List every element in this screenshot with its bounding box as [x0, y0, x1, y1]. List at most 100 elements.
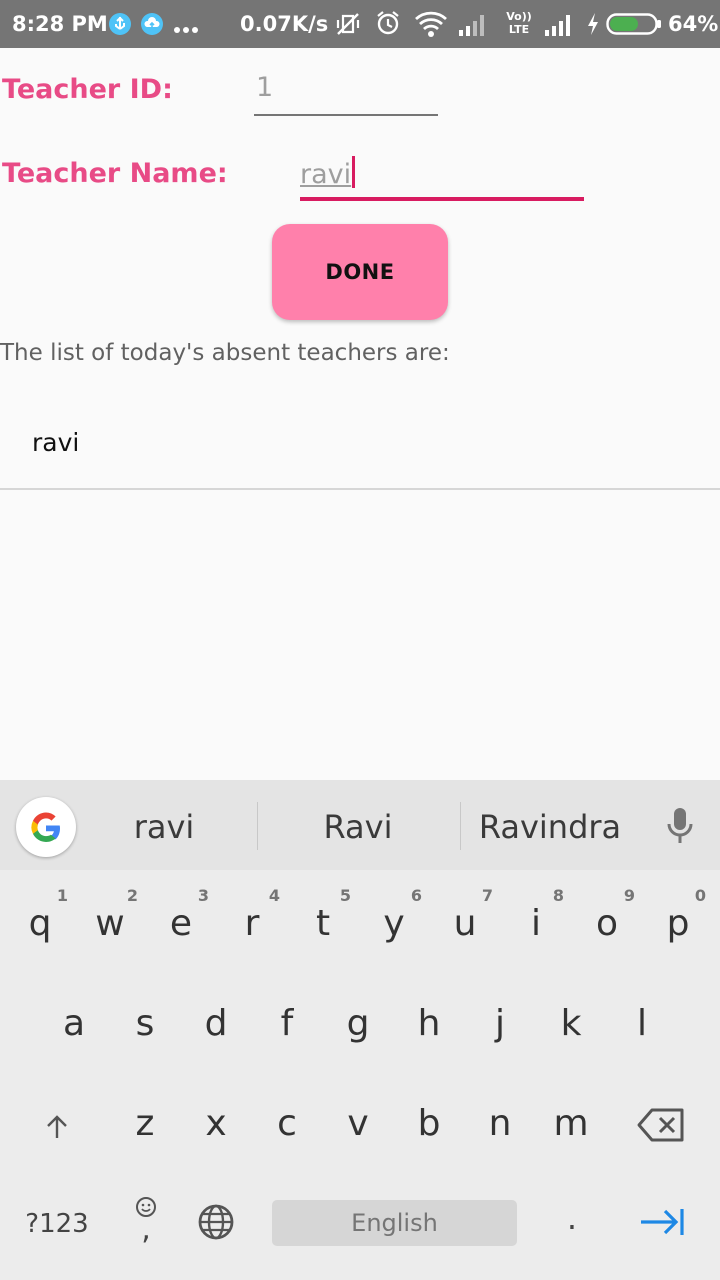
key-label: m: [553, 1103, 589, 1144]
key-a[interactable]: a: [40, 980, 108, 1070]
list-item[interactable]: ravi: [0, 396, 720, 490]
usb-debug-icon: [109, 13, 131, 35]
teacher-name-underline: [300, 197, 584, 201]
suggestion-3[interactable]: Ravindra: [470, 780, 630, 870]
key-m[interactable]: m: [537, 1080, 605, 1170]
key-c[interactable]: c: [253, 1080, 321, 1170]
key-label: z: [135, 1103, 155, 1144]
absent-list: ravi: [0, 396, 720, 490]
key-l[interactable]: l: [608, 980, 676, 1070]
key-hint: 6: [410, 886, 422, 905]
volte-icon: Vo)) LTE: [504, 10, 534, 40]
space-bar[interactable]: English: [272, 1200, 517, 1246]
key-label: t: [315, 903, 331, 944]
battery-icon: [606, 13, 661, 35]
key-e[interactable]: e3: [147, 880, 215, 970]
globe-icon[interactable]: [196, 1202, 236, 1242]
wifi-icon: [415, 11, 447, 37]
key-z[interactable]: z: [111, 1080, 179, 1170]
key-label: k: [560, 1003, 582, 1044]
key-hint: 0: [694, 886, 706, 905]
key-s[interactable]: s: [111, 980, 179, 1070]
key-p[interactable]: p0: [644, 880, 712, 970]
more-dots-icon: [174, 27, 198, 33]
key-k[interactable]: k: [537, 980, 605, 1070]
teacher-name-label: Teacher Name:: [2, 158, 228, 189]
suggestion-bar: ravi Ravi Ravindra: [0, 780, 720, 870]
key-hint: 2: [126, 886, 138, 905]
suggestion-divider: [460, 802, 461, 850]
teacher-name-input[interactable]: ravi: [300, 156, 584, 196]
key-y[interactable]: y6: [360, 880, 428, 970]
google-logo-glyph: [31, 812, 60, 842]
key-f[interactable]: f: [253, 980, 321, 1070]
key-q[interactable]: q1: [6, 880, 74, 970]
key-label: a: [62, 1003, 86, 1044]
key-o[interactable]: o9: [573, 880, 641, 970]
key-g[interactable]: g: [324, 980, 392, 1070]
key-label: e: [169, 903, 193, 944]
google-icon[interactable]: [16, 797, 76, 857]
key-hint: 5: [339, 886, 351, 905]
battery-percent: 64%: [668, 12, 719, 36]
teacher-id-label: Teacher ID:: [2, 74, 173, 105]
enter-icon[interactable]: [638, 1206, 686, 1238]
key-r[interactable]: r4: [218, 880, 286, 970]
suggestion-2[interactable]: Ravi: [268, 780, 448, 870]
signal-icon: [545, 15, 570, 36]
key-label: o: [595, 903, 619, 944]
shift-icon[interactable]: [44, 1114, 70, 1140]
suggestion-divider: [257, 802, 258, 850]
teacher-name-value: ravi: [300, 159, 352, 190]
teacher-id-input[interactable]: 1: [256, 72, 438, 112]
key-h[interactable]: h: [395, 980, 463, 1070]
teacher-id-underline: [254, 114, 438, 116]
charging-icon: [588, 13, 598, 35]
key-label: q: [28, 903, 52, 944]
backspace-icon[interactable]: [636, 1107, 686, 1143]
key-label: p: [666, 903, 690, 944]
key-label: g: [346, 1003, 370, 1044]
alarm-icon: [377, 11, 399, 35]
key-hint: 9: [623, 886, 635, 905]
key-hint: 7: [481, 886, 493, 905]
key-label: i: [530, 903, 541, 944]
cloud-upload-icon: [141, 13, 163, 35]
key-n[interactable]: n: [466, 1080, 534, 1170]
symbols-key[interactable]: ?123: [14, 1204, 100, 1244]
suggestion-1[interactable]: ravi: [96, 780, 232, 870]
key-label: c: [277, 1103, 297, 1144]
key-hint: 3: [197, 886, 209, 905]
comma-label: ,: [141, 1212, 151, 1247]
key-label: s: [135, 1003, 155, 1044]
key-label: y: [383, 903, 405, 944]
key-i[interactable]: i8: [502, 880, 570, 970]
key-t[interactable]: t5: [289, 880, 357, 970]
emoji-comma-key[interactable]: ,: [126, 1192, 166, 1254]
key-label: w: [95, 903, 125, 944]
key-label: x: [205, 1103, 227, 1144]
key-j[interactable]: j: [466, 980, 534, 1070]
volte-bottom-label: LTE: [508, 23, 530, 36]
key-label: f: [280, 1003, 294, 1044]
key-label: u: [453, 903, 477, 944]
key-label: j: [494, 1003, 505, 1044]
key-label: n: [488, 1103, 512, 1144]
key-v[interactable]: v: [324, 1080, 392, 1170]
mic-icon[interactable]: [664, 806, 696, 846]
keyboard: ravi Ravi Ravindra q1 w2 e3 r4 t5 y6 u7 …: [0, 780, 720, 1280]
absent-caption: The list of today's absent teachers are:: [0, 340, 450, 366]
key-x[interactable]: x: [182, 1080, 250, 1170]
key-d[interactable]: d: [182, 980, 250, 1070]
signal-icon: [459, 15, 484, 36]
key-w[interactable]: w2: [76, 880, 144, 970]
done-button[interactable]: DONE: [272, 224, 448, 320]
key-b[interactable]: b: [395, 1080, 463, 1170]
key-label: b: [417, 1103, 441, 1144]
key-label: d: [204, 1003, 228, 1044]
period-key[interactable]: .: [552, 1198, 592, 1238]
status-bar: 8:28 PM 0.07K/s Vo)) LTE 64%: [0, 0, 720, 48]
key-u[interactable]: u7: [431, 880, 499, 970]
key-hint: 1: [56, 886, 68, 905]
key-label: r: [244, 903, 260, 944]
